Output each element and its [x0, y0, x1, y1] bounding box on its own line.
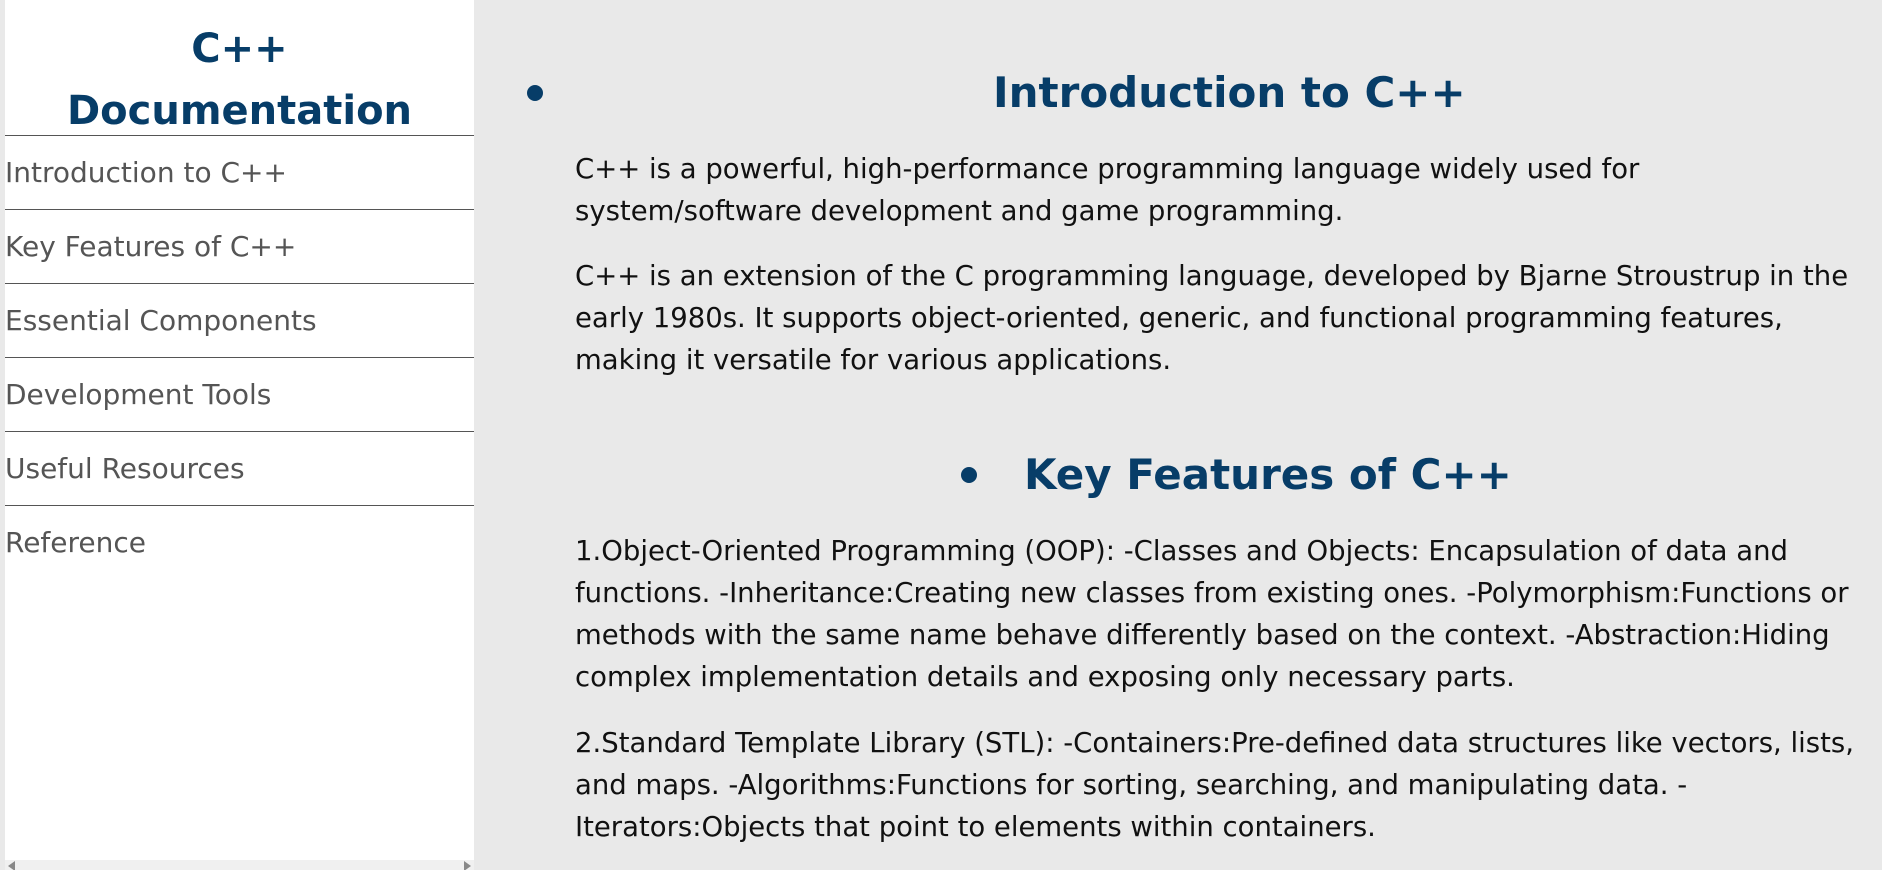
nav-link-development-tools[interactable]: Development Tools [5, 358, 474, 432]
sidebar-item: Introduction to C++ [5, 136, 474, 210]
nav-link-reference[interactable]: Reference [5, 506, 474, 580]
section-paragraph: C++ is an extension of the C programming… [575, 260, 1849, 376]
sidebar-item: Development Tools [5, 358, 474, 432]
sidebar-title-line1: C++ [191, 26, 288, 72]
sidebar-item: Key Features of C++ [5, 210, 474, 284]
section-title-introduction: Introduction to C++ [993, 68, 1466, 117]
sidebar-horizontal-scrollbar[interactable] [5, 860, 474, 870]
bullet-icon [961, 467, 977, 483]
section-paragraph: 1.Object-Oriented Programming (OOP): -Cl… [575, 535, 1849, 693]
nav-link-useful-resources[interactable]: Useful Resources [5, 432, 474, 506]
main-content: Introduction to C++ C++ is a powerful, h… [474, 0, 1882, 870]
bullet-icon [527, 85, 543, 101]
scroll-left-arrow-icon[interactable] [8, 861, 15, 870]
sidebar-item: Useful Resources [5, 432, 474, 506]
sidebar-title-line2: Documentation [66, 88, 413, 134]
sidebar-title: C++ Documentation [5, 0, 474, 136]
nav-link-introduction[interactable]: Introduction to C++ [5, 136, 474, 210]
scroll-right-arrow-icon[interactable] [464, 861, 471, 870]
nav-link-key-features[interactable]: Key Features of C++ [5, 210, 474, 284]
sidebar-item: Essential Components [5, 284, 474, 358]
sidebar-nav: C++ Documentation Introduction to C++ Ke… [5, 0, 474, 870]
section-paragraph: C++ is a powerful, high-performance prog… [575, 153, 1640, 227]
section-title-key-features: Key Features of C++ [1024, 450, 1512, 499]
section-paragraph: 2.Standard Template Library (STL): -Cont… [575, 727, 1854, 843]
sidebar-item: Reference [5, 506, 474, 580]
nav-link-essential-components[interactable]: Essential Components [5, 284, 474, 358]
sidebar-list: Introduction to C++ Key Features of C++ … [5, 136, 474, 580]
